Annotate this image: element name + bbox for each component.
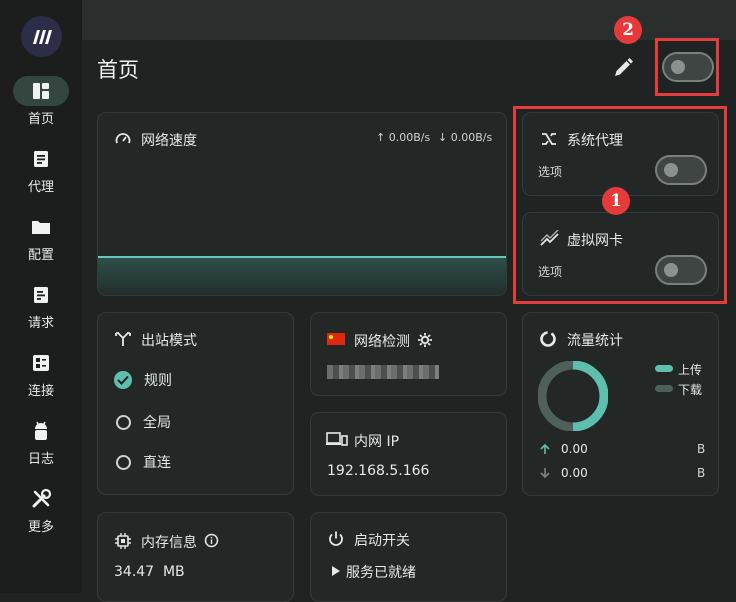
memory-chip-icon: [115, 533, 131, 549]
check-icon: [114, 371, 132, 389]
power-icon: [329, 531, 343, 546]
radio-icon: [116, 454, 131, 470]
startup-status: 服务已就绪: [346, 565, 416, 581]
download-total: 0.00: [561, 466, 588, 480]
traffic-stats-card: 流量统计 上传 下载 0.00 B 0.00 B: [522, 312, 719, 496]
radio-icon: [116, 414, 131, 430]
memory-card: 内存信息 34.47 MB: [97, 512, 294, 602]
sidebar-item-label: 代理: [27, 180, 54, 195]
toggle-knob: [664, 163, 678, 177]
virtual-nic-option-label: 选项: [538, 265, 563, 279]
download-legend-label: 下载: [678, 383, 703, 397]
download-speed: ↓ 0.00B/s: [438, 131, 493, 144]
upload-speed: ↑ 0.00B/s: [376, 131, 431, 144]
flag-icon: [327, 333, 345, 345]
info-icon[interactable]: [204, 533, 219, 548]
system-proxy-card: 系统代理 选项: [522, 112, 719, 196]
mode-option-label: 全局: [143, 415, 171, 431]
speed-chart-area: [98, 256, 506, 295]
startup-title: 启动开关: [354, 533, 410, 549]
virtual-nic-title: 虚拟网卡: [567, 233, 623, 249]
devices-icon: [326, 432, 348, 446]
upload-unit: B: [697, 442, 706, 456]
startup-card: 启动开关 服务已就绪: [310, 512, 507, 602]
system-proxy-option-label: 选项: [538, 165, 563, 179]
proxy-list-icon: [34, 151, 48, 167]
sidebar-item-proxy[interactable]: 代理: [0, 144, 82, 195]
outbound-mode-title: 出站模式: [141, 333, 197, 349]
connections-icon: [33, 355, 49, 371]
memory-value: 34.47 MB: [114, 564, 185, 580]
mode-option-label: 直连: [143, 455, 171, 471]
sidebar-item-config[interactable]: 配置: [0, 212, 82, 263]
sidebar-item-label: 首页: [27, 112, 54, 127]
annotation-badge-1: 1: [602, 187, 630, 215]
sidebar-item-connections[interactable]: 连接: [0, 348, 82, 399]
sidebar-item-label: 连接: [27, 384, 54, 399]
toggle-knob: [671, 60, 685, 74]
traffic-stats-title: 流量统计: [567, 333, 623, 349]
system-proxy-title: 系统代理: [567, 133, 623, 149]
sidebar: 首页 代理 配置 请求 连接 日志 更多: [0, 0, 82, 593]
mode-option-direct[interactable]: 直连: [116, 452, 171, 472]
sidebar-item-label: 配置: [27, 248, 54, 263]
sidebar-item-requests[interactable]: 请求: [0, 280, 82, 331]
network-check-title: 网络检测: [354, 334, 410, 350]
donut-chart-icon: [540, 331, 556, 347]
traffic-donut: [538, 361, 608, 431]
upload-legend-swatch: [655, 365, 673, 372]
lan-ip-value: 192.168.5.166: [327, 463, 430, 479]
network-check-card: 网络检测: [310, 312, 507, 396]
toggle-knob: [664, 263, 678, 277]
lan-ip-title: 内网 IP: [354, 434, 400, 450]
requests-icon: [34, 287, 48, 303]
arrow-down-icon: [540, 468, 550, 479]
sidebar-item-more[interactable]: 更多: [0, 484, 82, 535]
edit-layout-button[interactable]: [610, 55, 636, 81]
logo-icon: [32, 29, 52, 44]
upload-legend-label: 上传: [678, 363, 703, 377]
system-proxy-toggle[interactable]: [655, 155, 707, 185]
shuffle-icon: [542, 133, 556, 145]
memory-title: 内存信息: [141, 535, 197, 551]
upload-total: 0.00: [561, 442, 588, 456]
sidebar-item-label: 更多: [27, 520, 54, 535]
arrow-up-icon: [540, 443, 550, 454]
network-speed-card: 网络速度 ↑ 0.00B/s ↓ 0.00B/s: [97, 112, 507, 296]
fork-icon: [115, 332, 131, 346]
settings-icon[interactable]: [417, 332, 433, 348]
android-icon: [35, 421, 47, 440]
play-icon: [332, 566, 340, 576]
folder-icon: [32, 221, 50, 234]
sidebar-item-logs[interactable]: 日志: [0, 416, 82, 467]
speedometer-icon: [115, 133, 131, 144]
mode-option-label: 规则: [144, 373, 172, 389]
app-logo: [21, 16, 62, 57]
sidebar-item-label: 请求: [27, 316, 54, 331]
tools-icon: [32, 488, 52, 508]
page-title: 首页: [97, 58, 139, 82]
mode-option-rule[interactable]: 规则: [114, 370, 172, 390]
pencil-icon: [615, 58, 633, 76]
lan-ip-card: 内网 IP 192.168.5.166: [310, 412, 507, 496]
virtual-nic-toggle[interactable]: [655, 255, 707, 285]
mode-option-global[interactable]: 全局: [116, 412, 171, 432]
header-toggle[interactable]: [662, 52, 714, 82]
download-legend-swatch: [655, 385, 673, 392]
virtual-nic-card: 虚拟网卡 选项: [522, 212, 719, 296]
annotation-badge-2: 2: [614, 16, 642, 44]
network-speed-title: 网络速度: [141, 133, 197, 149]
sidebar-item-label: 日志: [27, 452, 54, 467]
blurred-ip: [327, 365, 439, 379]
trending-icon: [540, 230, 559, 246]
sidebar-item-home[interactable]: 首页: [0, 76, 82, 127]
download-unit: B: [697, 466, 706, 480]
dashboard-icon: [33, 83, 49, 99]
